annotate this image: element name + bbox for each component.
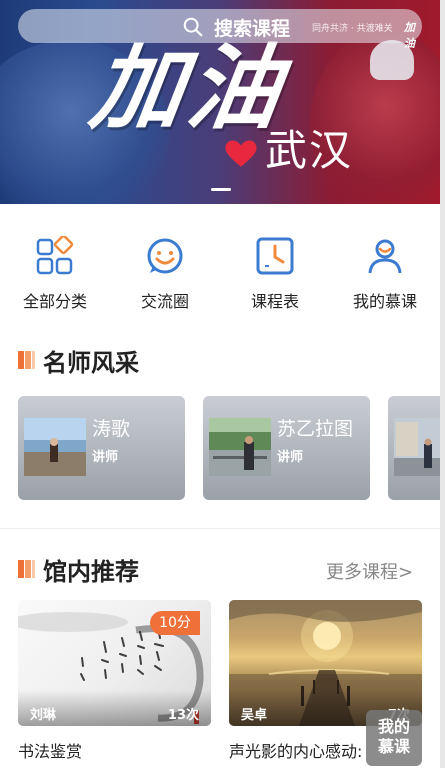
search-icon [183, 17, 203, 37]
teacher-card[interactable]: 苏乙拉图 讲师 [203, 396, 370, 500]
scrollbar[interactable] [440, 0, 445, 768]
nav-item-schedule[interactable]: 课程表 [230, 232, 320, 312]
course-views: 13次 [167, 708, 199, 723]
more-courses-link[interactable]: 更多课程> [326, 558, 413, 584]
clock-icon [256, 237, 294, 275]
teacher-card[interactable]: 涛歌 讲师 [18, 396, 185, 500]
nav-item-community[interactable]: 交流圈 [120, 232, 210, 312]
carousel-indicator[interactable] [211, 188, 231, 191]
hero-banner[interactable]: 加油 武汉 搜索课程 同舟共济 · 共渡难关 加油 [0, 0, 440, 204]
nav-label: 交流圈 [140, 292, 189, 311]
my-mooc-float-button[interactable]: 我的 慕课 [366, 710, 422, 766]
nav-label: 我的慕课 [352, 292, 417, 311]
course-title[interactable]: 声光影的内心感动: [229, 738, 362, 762]
course-teacher: 刘琳 [30, 708, 57, 723]
search-placeholder: 搜索课程 [214, 18, 291, 40]
teacher-photo [209, 418, 271, 476]
app-page: 加油 武汉 搜索课程 同舟共济 · 共渡难关 加油 全部分类 交流圈 课程表 我… [0, 0, 445, 768]
teacher-role: 讲师 [277, 450, 304, 465]
section-title-courses: 馆内推荐 [43, 558, 139, 586]
teacher-photo [394, 418, 440, 476]
nav-label: 课程表 [250, 292, 299, 311]
banner-slogan-mark: 加油 [404, 21, 415, 50]
section-title-teachers: 名师风采 [43, 349, 139, 377]
teacher-photo [24, 418, 86, 476]
teacher-name: 苏乙拉图 [277, 418, 354, 440]
search-bar[interactable]: 搜索课程 同舟共济 · 共渡难关 加油 [18, 9, 422, 50]
user-icon [368, 239, 402, 274]
nav-label: 全部分类 [22, 292, 87, 311]
heart-icon [225, 140, 257, 167]
course-teacher: 吴卓 [241, 708, 268, 723]
banner-title: 加油 [84, 34, 292, 142]
quick-nav: 全部分类 交流圈 课程表 我的慕课 [0, 232, 440, 316]
score-badge: 10分 [150, 611, 200, 635]
course-title[interactable]: 书法鉴赏 [18, 738, 82, 762]
section-marker [18, 351, 36, 369]
grid-icon [36, 236, 74, 275]
nav-item-my-mooc[interactable]: 我的慕课 [340, 232, 430, 312]
teacher-name: 涛歌 [92, 418, 131, 440]
banner-slogan: 同舟共济 · 共渡难关 [312, 24, 393, 34]
banner-subtitle: 武汉 [265, 126, 354, 175]
teacher-card[interactable] [388, 396, 440, 500]
teacher-role: 讲师 [92, 450, 119, 465]
smile-chat-icon [147, 238, 183, 274]
section-divider [0, 528, 440, 529]
section-marker [18, 560, 36, 578]
nav-item-all-categories[interactable]: 全部分类 [10, 232, 100, 312]
course-card[interactable]: 吴卓 7次 [229, 600, 422, 726]
